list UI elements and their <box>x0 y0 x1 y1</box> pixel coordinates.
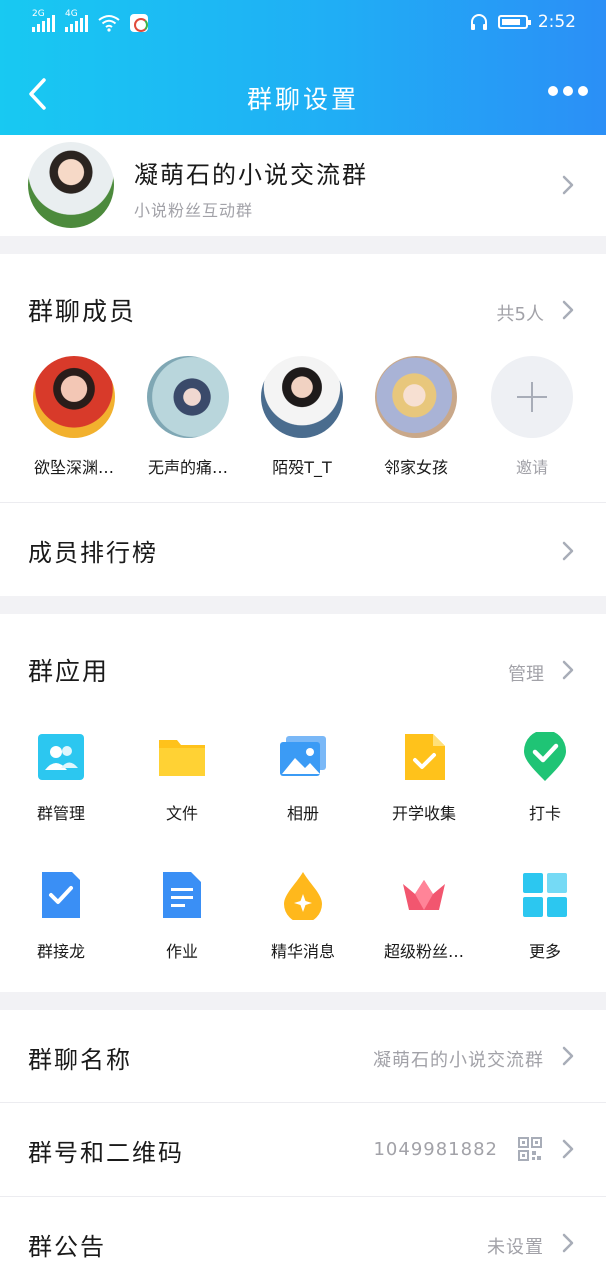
group-notice-row[interactable]: 群公告 未设置 <box>0 1197 606 1280</box>
app-label: 文件 <box>165 804 198 823</box>
app-more[interactable]: 更多 <box>485 870 605 962</box>
group-apps-section: 群应用 管理 群管理 文件 相册 开学收集 打卡 群接龙 作业 精华消息 超级粉… <box>0 614 606 992</box>
more-dot-icon <box>548 86 558 96</box>
qr-code-icon <box>518 1137 542 1161</box>
signal-4g-icon: 4G <box>65 9 88 32</box>
group-id-label: 群号和二维码 <box>28 1139 184 1167</box>
group-notice-label: 群公告 <box>28 1233 106 1261</box>
avatar <box>147 356 229 438</box>
group-name-label: 群聊名称 <box>28 1046 132 1074</box>
chevron-right-icon <box>562 660 574 680</box>
app-label: 精华消息 <box>270 942 335 961</box>
member-name: 无声的痛… <box>147 458 228 477</box>
app-label: 群管理 <box>36 804 85 823</box>
member-item[interactable]: 欲坠深渊… <box>24 356 124 478</box>
group-subtitle: 小说粉丝互动群 <box>134 201 254 220</box>
app-check-in[interactable]: 打卡 <box>485 730 605 824</box>
group-name-row[interactable]: 群聊名称 凝萌石的小说交流群 <box>0 1010 606 1104</box>
member-count[interactable]: 共5人 <box>497 300 544 326</box>
app-label: 开学收集 <box>391 804 456 823</box>
page-title: 群聊设置 <box>246 85 359 114</box>
more-options-button[interactable] <box>548 86 588 96</box>
chevron-right-icon <box>562 175 574 195</box>
member-item[interactable]: 无声的痛… <box>138 356 238 478</box>
signal-4g-label: 4G <box>65 9 78 19</box>
essence-message-icon <box>278 870 328 923</box>
member-item[interactable]: 邻家女孩 <box>366 356 466 478</box>
group-id-value: 1049981882 <box>373 1139 498 1160</box>
app-label: 相册 <box>286 804 319 823</box>
app-label: 群接龙 <box>36 942 85 961</box>
chevron-right-icon <box>562 1233 574 1253</box>
invite-member-button[interactable]: 邀请 <box>482 356 582 478</box>
member-item[interactable]: 陌殁T_T <box>252 356 352 478</box>
app-label: 打卡 <box>528 804 561 823</box>
super-fans-icon <box>399 870 449 920</box>
header-bar: 2G 4G 2:52 群聊设置 <box>0 0 606 135</box>
more-apps-icon <box>520 870 570 920</box>
battery-icon <box>497 15 531 29</box>
app-collect[interactable]: 开学收集 <box>364 732 484 824</box>
group-avatar[interactable] <box>28 142 114 228</box>
member-name: 欲坠深渊… <box>33 458 114 477</box>
group-name: 凝萌石的小说交流群 <box>134 161 368 189</box>
chevron-right-icon <box>562 300 574 320</box>
signal-2g-icon: 2G <box>32 9 55 32</box>
members-title: 群聊成员 <box>28 297 137 326</box>
group-admin-icon <box>36 732 86 782</box>
app-relay[interactable]: 群接龙 <box>1 870 121 962</box>
plus-icon <box>491 356 573 438</box>
app-label: 作业 <box>165 942 198 961</box>
wifi-icon <box>98 15 120 32</box>
member-ranking-row[interactable]: 成员排行榜 <box>0 502 606 596</box>
invite-label: 邀请 <box>515 458 548 477</box>
chevron-right-icon <box>562 541 574 561</box>
app-super-fans[interactable]: 超级粉丝… <box>364 870 484 962</box>
more-dot-icon <box>578 86 588 96</box>
chevron-right-icon <box>562 1046 574 1066</box>
homework-icon <box>157 870 207 920</box>
member-ranking-label: 成员排行榜 <box>28 539 158 567</box>
app-label: 超级粉丝… <box>383 942 464 961</box>
app-files[interactable]: 文件 <box>122 732 242 824</box>
group-info-row[interactable]: 凝萌石的小说交流群 小说粉丝互动群 <box>0 135 606 236</box>
nav-bar: 群聊设置 <box>0 60 606 130</box>
member-name: 陌殁T_T <box>272 458 332 477</box>
app-group-admin[interactable]: 群管理 <box>1 732 121 824</box>
avatar <box>33 356 115 438</box>
app-album[interactable]: 相册 <box>243 732 363 824</box>
status-bar: 2G 4G 2:52 <box>0 8 606 44</box>
relay-icon <box>36 870 86 920</box>
app-essence[interactable]: 精华消息 <box>243 870 363 962</box>
photo-album-icon <box>278 732 328 782</box>
group-notice-value: 未设置 <box>487 1237 544 1258</box>
app-homework[interactable]: 作业 <box>122 870 242 962</box>
more-dot-icon <box>563 86 573 96</box>
app-notification-icon <box>130 14 148 32</box>
signal-2g-label: 2G <box>32 9 45 19</box>
headphone-icon <box>470 14 487 30</box>
group-id-qr-row[interactable]: 群号和二维码 1049981882 <box>0 1103 606 1197</box>
clock: 2:52 <box>537 12 576 32</box>
members-section: 群聊成员 共5人 欲坠深渊… 无声的痛… 陌殁T_T 邻家女孩 邀请 <box>0 254 606 502</box>
folder-icon <box>157 732 207 782</box>
app-label: 更多 <box>528 942 561 961</box>
check-in-icon <box>520 730 570 782</box>
manage-apps-button[interactable]: 管理 <box>508 660 544 686</box>
chevron-right-icon <box>562 1139 574 1159</box>
member-name: 邻家女孩 <box>383 458 448 477</box>
group-name-value: 凝萌石的小说交流群 <box>373 1050 544 1071</box>
group-apps-title: 群应用 <box>28 657 110 686</box>
avatar <box>261 356 343 438</box>
avatar <box>375 356 457 438</box>
collect-form-icon <box>399 732 449 782</box>
